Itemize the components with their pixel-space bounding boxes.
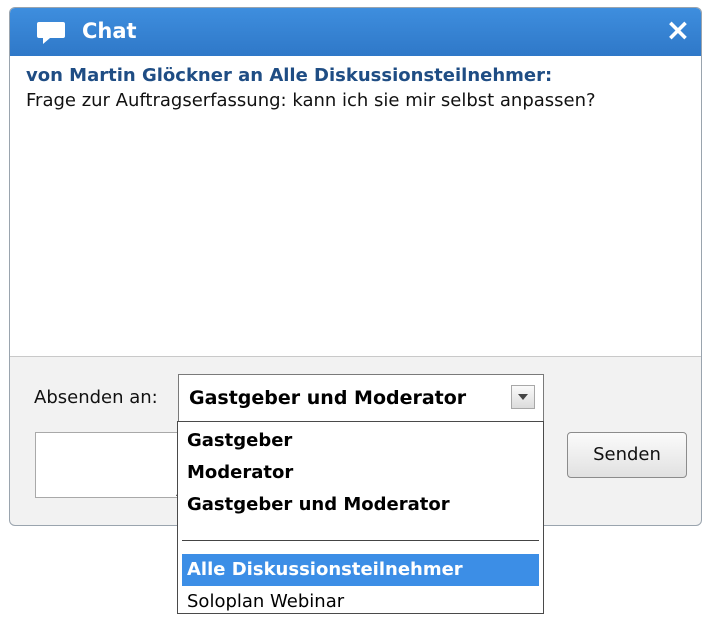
recipient-label: Absenden an: xyxy=(34,387,158,408)
close-icon[interactable]: × xyxy=(663,14,693,48)
send-button[interactable]: Senden xyxy=(567,432,687,478)
recipient-select[interactable]: Gastgeber und Moderator xyxy=(178,374,544,422)
title-bar[interactable]: Chat × xyxy=(10,8,701,56)
option-moderator[interactable]: Moderator xyxy=(182,457,539,489)
message-input[interactable] xyxy=(35,432,185,498)
message-history[interactable]: von Martin Glöckner an Alle Diskussionst… xyxy=(10,56,701,357)
recipient-selected-value: Gastgeber und Moderator xyxy=(189,387,467,409)
recipient-dropdown-list: Gastgeber Moderator Gastgeber und Modera… xyxy=(177,421,544,614)
option-soloplan-webinar[interactable]: Soloplan Webinar xyxy=(182,586,539,618)
speech-bubble-icon xyxy=(37,22,65,44)
chevron-down-icon xyxy=(518,394,528,400)
message-sender: von Martin Glöckner an Alle Diskussionst… xyxy=(26,65,553,86)
window-title: Chat xyxy=(82,19,137,43)
option-separator xyxy=(182,540,539,541)
dropdown-toggle-button[interactable] xyxy=(511,385,535,409)
message-text: Frage zur Auftragserfassung: kann ich si… xyxy=(26,90,596,111)
option-gastgeber-und-moderator[interactable]: Gastgeber und Moderator xyxy=(182,489,539,521)
option-alle-diskussionsteilnehmer[interactable]: Alle Diskussionsteilnehmer xyxy=(182,554,539,586)
option-gastgeber[interactable]: Gastgeber xyxy=(182,425,539,457)
